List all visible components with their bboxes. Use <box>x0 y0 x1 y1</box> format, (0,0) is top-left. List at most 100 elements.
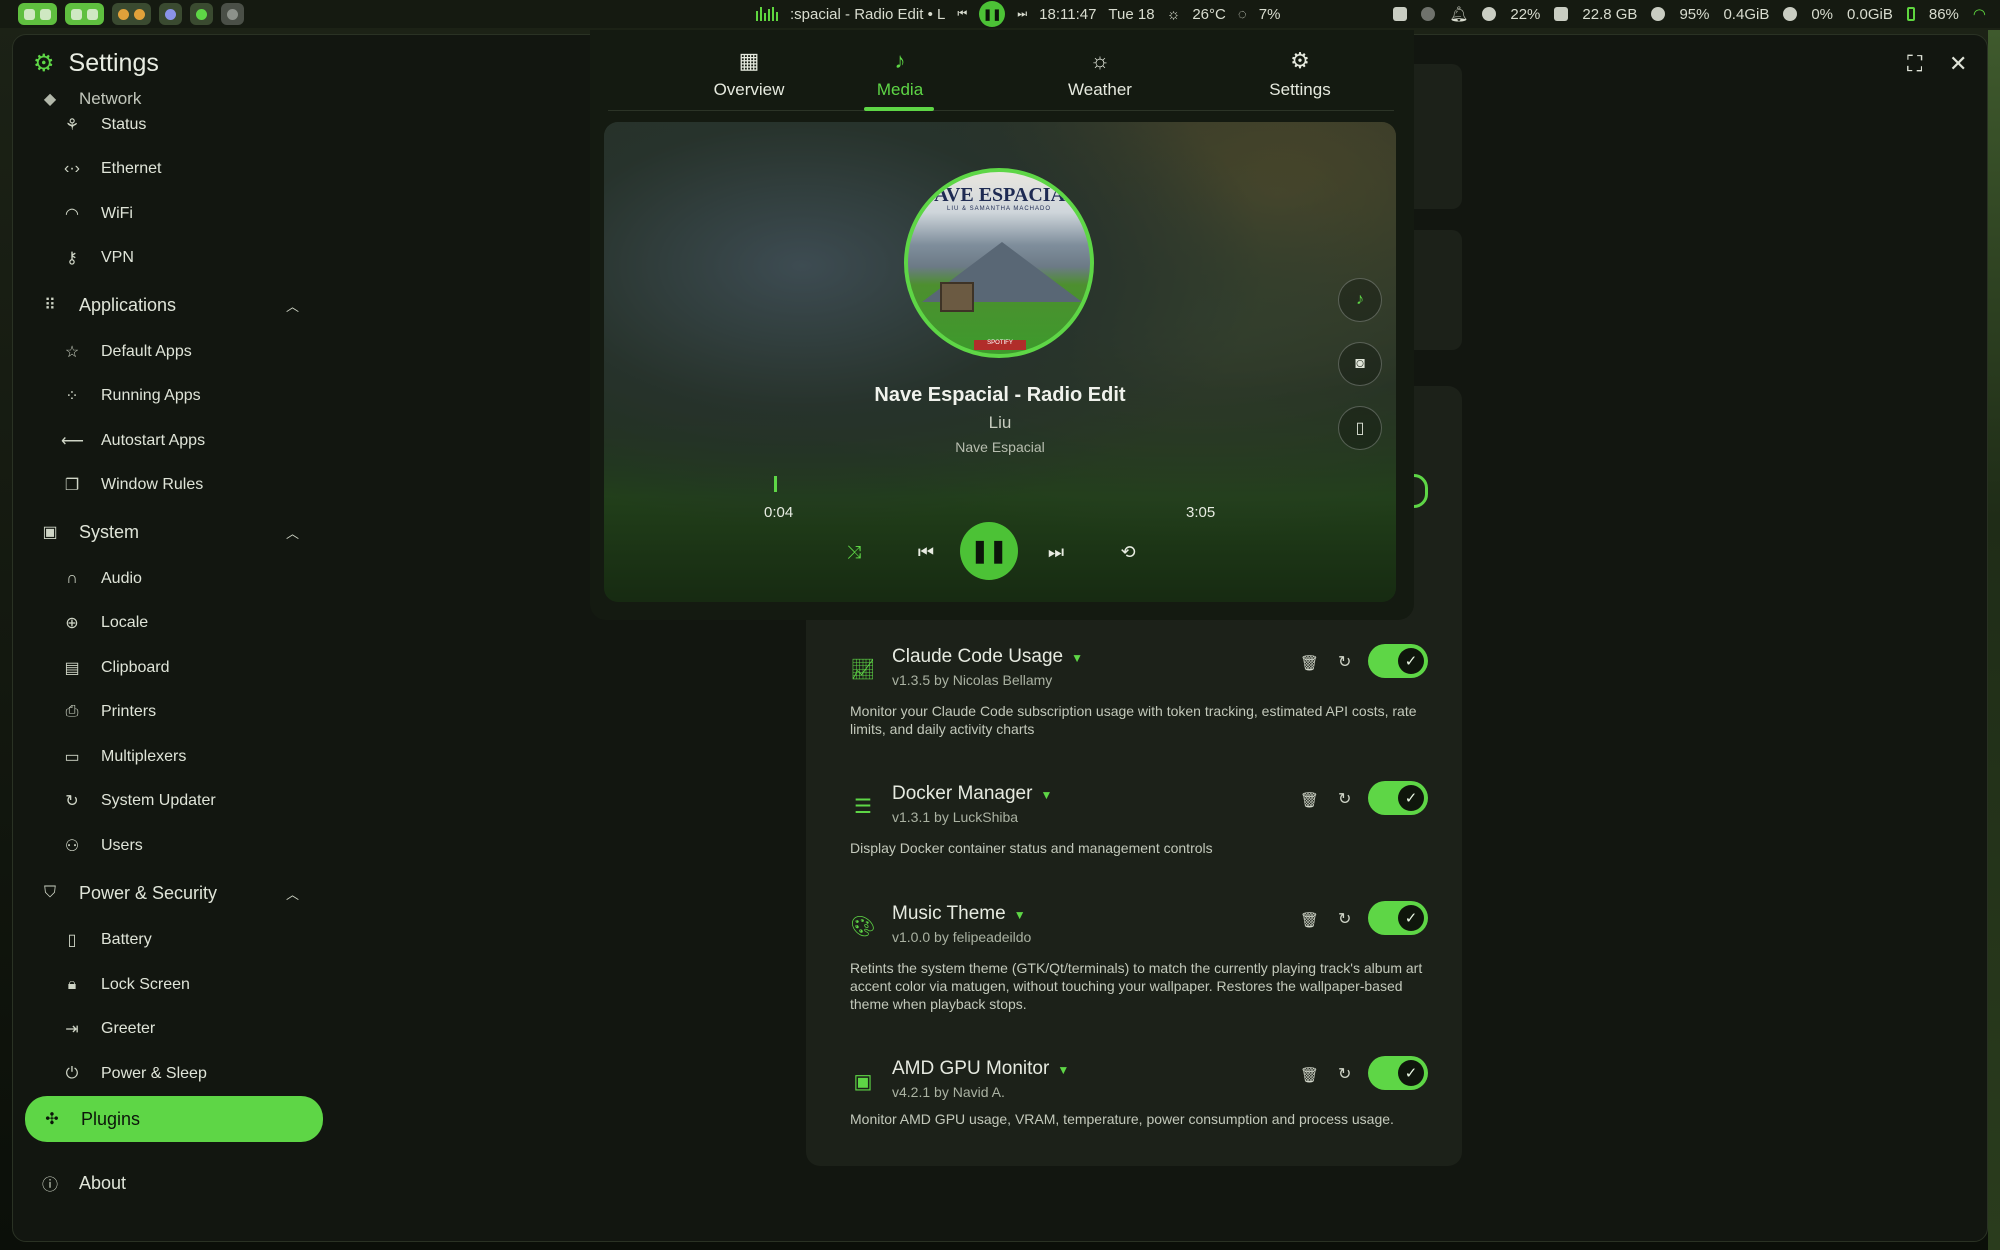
album-art-title: NAVE ESPACIAL <box>919 184 1079 206</box>
info-icon: ⓘ <box>41 1177 58 1194</box>
sidebar-item-clipboard[interactable]: ▤ Clipboard <box>23 648 323 688</box>
sidebar-item-audio[interactable]: ∩ Audio <box>23 559 323 599</box>
chevron-down-icon: ▼ <box>1057 1063 1070 1077</box>
tab-label: Weather <box>1068 80 1132 99</box>
tab-label: Overview <box>713 80 785 99</box>
delete-icon[interactable]: 🗑︎ <box>1300 791 1319 809</box>
tab-media[interactable]: ♪ Media <box>830 48 970 100</box>
sidebar-item-running-apps[interactable]: ⁘ Running Apps <box>23 376 323 416</box>
pause-button[interactable]: ❚❚ <box>960 522 1018 580</box>
grid-icon: ▦ <box>738 48 760 73</box>
sidebar-item-power-sleep[interactable]: ⏻ Power & Sleep <box>23 1054 323 1094</box>
fullscreen-icon[interactable]: ⛶ <box>1907 51 1922 77</box>
workspaces <box>18 3 244 25</box>
workspace-1[interactable] <box>18 3 57 25</box>
mini-pause-button[interactable]: ❚❚ <box>979 1 1006 27</box>
track-title: Nave Espacial - Radio Edit <box>874 384 1126 406</box>
plugin-name[interactable]: Docker Manager ▼ <box>892 783 1052 805</box>
output-device-button[interactable]: ▯ <box>1338 406 1382 450</box>
close-icon[interactable]: ✕ <box>1949 51 1967 77</box>
tab-label: Settings <box>1269 80 1331 99</box>
workspace-4[interactable] <box>159 3 182 25</box>
plugin-name[interactable]: Claude Code Usage ▼ <box>892 646 1083 668</box>
sidebar-item-window-rules[interactable]: ❐ Window Rules <box>23 465 323 505</box>
shuffle-button[interactable]: ⤨ <box>840 538 868 566</box>
sidebar-item-locale[interactable]: ⊕ Locale <box>23 603 323 643</box>
clock[interactable]: 18:11:47 <box>1039 6 1096 23</box>
vram-used[interactable]: 0.0GiB <box>1847 6 1893 23</box>
sidebar-item-lock-screen[interactable]: 🔒︎ Lock Screen <box>23 965 323 1005</box>
next-track-icon[interactable]: ⏭ <box>1017 8 1027 21</box>
sidebar-section-applications[interactable]: ⠿ Applications ︿ <box>23 285 323 325</box>
sidebar-item-label: Locale <box>101 614 149 631</box>
tab-overview[interactable]: ▦ Overview <box>679 48 819 100</box>
battery-icon <box>1906 7 1915 21</box>
status-network-icon: ⚘ <box>64 117 80 134</box>
sidebar-item-plugins[interactable]: ✣ Plugins <box>25 1096 323 1142</box>
gpu-percent[interactable]: 0% <box>1811 6 1833 23</box>
plugin-toggle[interactable]: ✓ <box>1368 1056 1428 1090</box>
sidebar-item-greeter[interactable]: ⇥ Greeter <box>23 1009 323 1049</box>
workspace-5[interactable] <box>190 3 213 25</box>
date[interactable]: Tue 18 <box>1108 6 1154 23</box>
tab-weather[interactable]: ☼ Weather <box>1030 48 1170 100</box>
plugin-toggle[interactable]: ✓ <box>1368 781 1428 815</box>
check-icon: ✓ <box>1398 785 1424 811</box>
refresh-icon[interactable]: ↻ <box>1338 1064 1351 1084</box>
sidebar-item-vpn[interactable]: ⚷ VPN <box>23 238 323 278</box>
sidebar-item-about[interactable]: ⓘ About <box>23 1163 323 1203</box>
sidebar-item-battery[interactable]: ▯ Battery <box>23 920 323 960</box>
tab-settings[interactable]: ⚙ Settings <box>1230 48 1370 100</box>
refresh-icon[interactable]: ↻ <box>1338 652 1351 672</box>
refresh-icon[interactable]: ↻ <box>1338 789 1351 809</box>
plugin-name-text: Claude Code Usage <box>892 646 1064 667</box>
sidebar-item-multiplexers[interactable]: ▭ Multiplexers <box>23 737 323 777</box>
repeat-button[interactable]: ⟲ <box>1114 538 1142 566</box>
memory-percent[interactable]: 95% <box>1679 6 1709 23</box>
sidebar-item-label: Status <box>101 116 147 133</box>
plugin-name[interactable]: AMD GPU Monitor ▼ <box>892 1058 1069 1080</box>
sidebar-item-ethernet[interactable]: ‹·› Ethernet <box>23 149 323 189</box>
record-tray-icon[interactable] <box>1421 7 1436 21</box>
delete-icon[interactable]: 🗑︎ <box>1300 1066 1319 1084</box>
gear-tray-icon[interactable] <box>1482 7 1497 21</box>
plugin-name[interactable]: Music Theme ▼ <box>892 903 1026 925</box>
workspace-3[interactable] <box>112 3 151 25</box>
refresh-icon[interactable]: ↻ <box>1338 909 1351 929</box>
sidebar-item-users[interactable]: ⚇ Users <box>23 826 323 866</box>
previous-track-button[interactable]: ⏮ <box>912 538 940 566</box>
sidebar-section-system[interactable]: ▣ System ︿ <box>23 512 323 552</box>
discord-tray-icon[interactable] <box>1393 7 1408 21</box>
cpu-percent[interactable]: 7% <box>1259 6 1281 23</box>
notification-bell-icon[interactable]: 🔔︎ <box>1449 5 1468 23</box>
speaker-button[interactable]: ◙ <box>1338 342 1382 386</box>
temperature[interactable]: 26°C <box>1192 6 1226 23</box>
sidebar-section-power-security[interactable]: ⛉ Power & Security ︿ <box>23 873 323 913</box>
workspace-6[interactable] <box>221 3 244 25</box>
cpu-ring-icon: ◌ <box>1237 5 1247 23</box>
sidebar-item-status[interactable]: ⚘ Status <box>23 105 323 145</box>
plugin-version: v1.3.5 by Nicolas Bellamy <box>892 672 1053 688</box>
globe-icon: ⊕ <box>65 615 79 632</box>
sidebar-item-default-apps[interactable]: ☆ Default Apps <box>23 332 323 372</box>
sidebar-item-label: Plugins <box>81 1108 141 1129</box>
chevron-up-icon: ︿ <box>285 886 299 902</box>
sidebar-item-system-updater[interactable]: ↻ System Updater <box>23 781 323 821</box>
progress-indicator[interactable] <box>774 476 777 492</box>
sidebar-item-autostart-apps[interactable]: ⟵ Autostart Apps <box>23 421 323 461</box>
sidebar-item-printers[interactable]: ⎙ Printers <box>23 692 323 732</box>
plugin-toggle[interactable]: ✓ <box>1368 901 1428 935</box>
previous-track-icon[interactable]: ⏮ <box>957 8 967 21</box>
wifi-icon[interactable]: ◠ <box>1973 5 1986 23</box>
next-track-button[interactable]: ⏭ <box>1042 538 1070 566</box>
memory-used[interactable]: 0.4GiB <box>1723 6 1769 23</box>
sidebar-item-wifi[interactable]: ◠ WiFi <box>23 194 323 234</box>
delete-icon[interactable]: 🗑︎ <box>1300 654 1319 672</box>
disk-usage[interactable]: 22.8 GB <box>1582 6 1637 23</box>
workspace-2[interactable] <box>65 3 104 25</box>
media-indicator[interactable]: :spacial - Radio Edit • L ⏮ ❚❚ ⏭ 18:11:4… <box>756 0 1280 28</box>
battery-percent[interactable]: 86% <box>1929 6 1959 23</box>
music-source-button[interactable]: ♪ <box>1338 278 1382 322</box>
delete-icon[interactable]: 🗑︎ <box>1300 911 1319 929</box>
plugin-toggle[interactable]: ✓ <box>1368 644 1428 678</box>
